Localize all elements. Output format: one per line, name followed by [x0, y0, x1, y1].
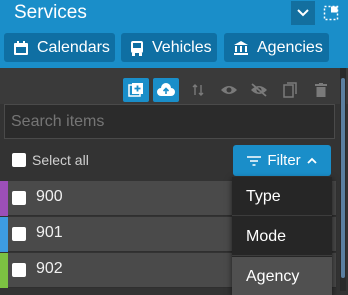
- filter-option-type[interactable]: Type: [232, 177, 332, 216]
- select-all-label: Select all: [32, 152, 89, 168]
- calendars-label: Calendars: [37, 38, 110, 56]
- filter-icon: [247, 155, 262, 166]
- chevron-up-icon: [307, 157, 317, 164]
- add-icon: [128, 83, 143, 97]
- trash-icon: [315, 83, 327, 97]
- upload-icon: [157, 83, 175, 96]
- item-label: 900: [36, 188, 63, 205]
- select-all[interactable]: Select all: [12, 152, 89, 168]
- chevron-down-icon: [297, 9, 309, 17]
- hide-button[interactable]: [246, 78, 272, 102]
- item-checkbox[interactable]: [12, 191, 26, 205]
- nav-toolbar: Calendars Vehicles Agencies: [0, 27, 348, 68]
- filter-option-label: Type: [246, 188, 281, 205]
- show-button[interactable]: [216, 78, 242, 102]
- filter-dropdown: Type Mode Agency: [232, 177, 332, 295]
- panel-header: Services: [0, 0, 348, 27]
- item-checkbox[interactable]: [12, 227, 26, 241]
- panel-title: Services: [14, 2, 87, 23]
- agencies-button[interactable]: Agencies: [224, 33, 329, 62]
- upload-button[interactable]: [153, 78, 179, 102]
- copy-icon: [283, 82, 297, 98]
- actions-bar: [0, 68, 348, 104]
- filter-option-label: Mode: [246, 228, 287, 245]
- eye-off-icon: [251, 83, 267, 97]
- sort-button[interactable]: [185, 78, 211, 102]
- scrollbar-thumb[interactable]: [341, 78, 345, 278]
- sort-icon: [192, 84, 204, 96]
- bank-icon: [234, 40, 248, 55]
- add-button[interactable]: [123, 78, 149, 102]
- color-bar: [0, 217, 8, 252]
- agencies-label: Agencies: [257, 38, 323, 56]
- item-label: 902: [36, 260, 63, 277]
- filter-option-agency[interactable]: Agency: [232, 257, 332, 295]
- calendar-icon: [14, 40, 28, 55]
- calendars-button[interactable]: Calendars: [4, 33, 115, 62]
- filter-option-mode[interactable]: Mode: [232, 217, 332, 256]
- filter-button[interactable]: Filter: [233, 145, 331, 176]
- color-bar: [0, 181, 8, 216]
- undock-icon: [323, 5, 339, 21]
- select-all-checkbox[interactable]: [12, 153, 26, 167]
- vehicles-button[interactable]: Vehicles: [121, 33, 217, 62]
- filter-option-label: Agency: [246, 268, 300, 285]
- eye-icon: [221, 86, 237, 94]
- undock-button[interactable]: [319, 1, 343, 25]
- vehicles-label: Vehicles: [152, 38, 212, 56]
- search-input[interactable]: [4, 104, 335, 139]
- color-bar: [0, 253, 8, 288]
- filter-label: Filter: [267, 152, 301, 169]
- collapse-button[interactable]: [291, 1, 315, 25]
- item-checkbox[interactable]: [12, 263, 26, 277]
- item-label: 901: [36, 224, 63, 241]
- bus-icon: [131, 40, 143, 56]
- copy-button[interactable]: [277, 78, 303, 102]
- delete-button[interactable]: [308, 78, 334, 102]
